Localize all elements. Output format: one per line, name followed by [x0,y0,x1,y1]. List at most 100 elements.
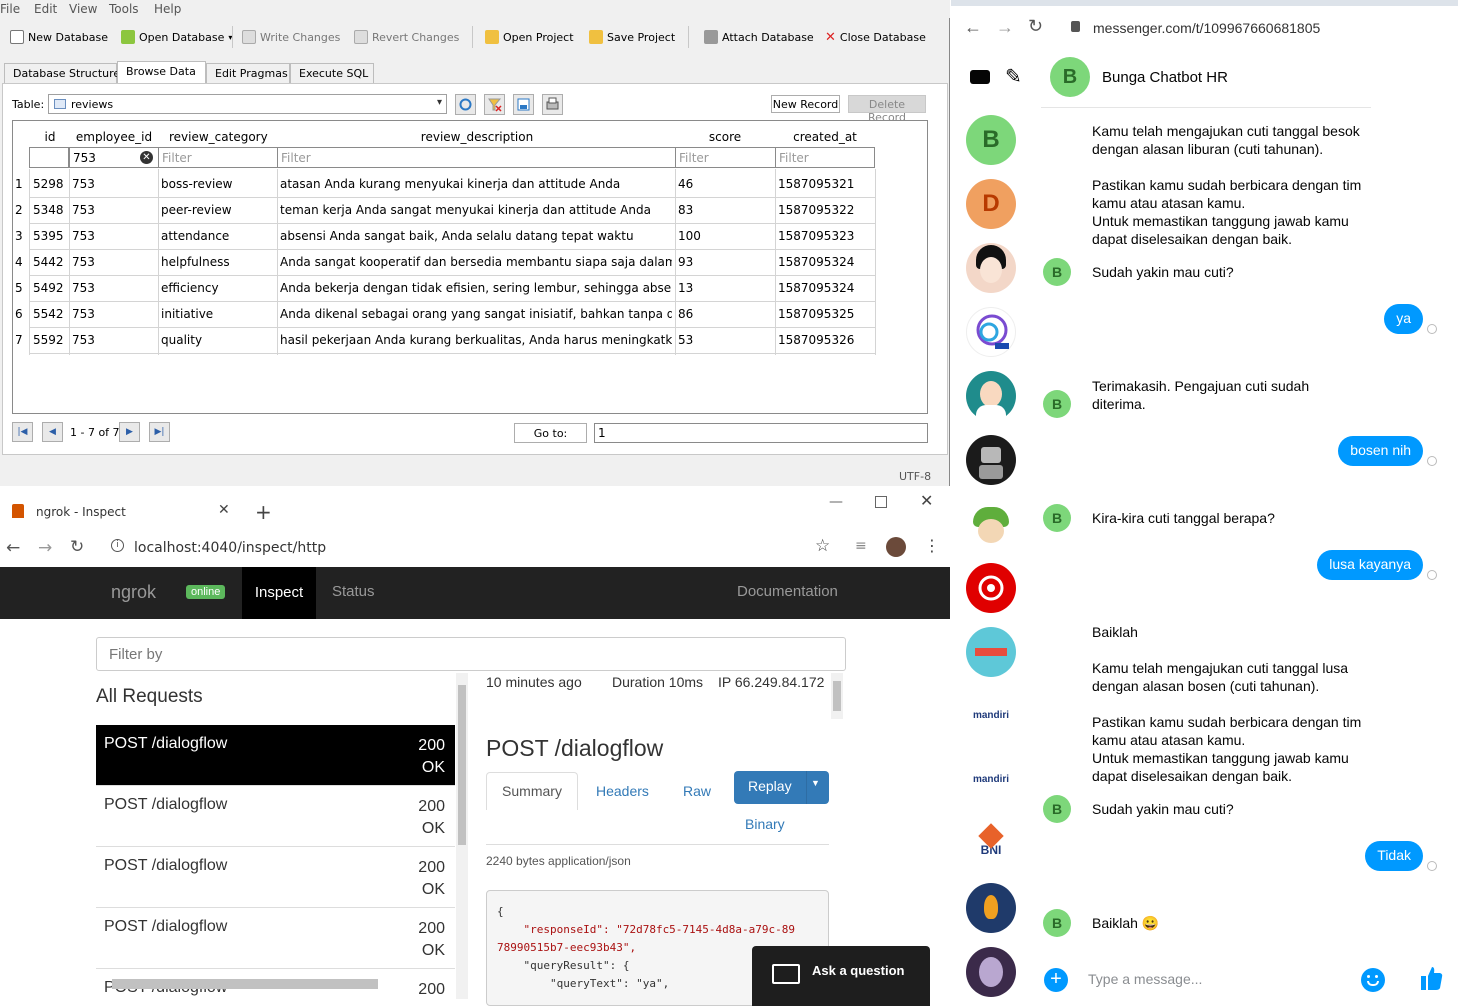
first-record-icon[interactable]: |◀ [12,422,33,442]
employee-id-cell[interactable]: 753 [72,203,156,217]
menu-file[interactable]: File [0,2,20,16]
detail-scrollbar[interactable] [831,673,843,719]
close-window-icon[interactable]: ✕ [920,491,933,510]
close-tab-icon[interactable]: ✕ [218,502,230,518]
score-cell[interactable]: 83 [678,203,774,217]
minimize-icon[interactable]: — [829,494,843,510]
reload-icon[interactable]: ↻ [70,537,84,557]
emoji-icon[interactable] [1361,968,1385,992]
conversation-avatar[interactable]: mandiri [966,755,1016,805]
category-cell[interactable]: helpfulness [161,255,275,269]
filter-input[interactable]: Filter by [96,637,846,671]
description-cell[interactable]: Anda dikenal sebagai orang yang sangat i… [280,307,672,321]
horizontal-scrollbar[interactable] [112,979,378,989]
score-cell[interactable]: 86 [678,307,774,321]
description-cell[interactable]: teman kerja Anda sangat menyukai kinerja… [280,203,672,217]
menu-help[interactable]: Help [154,2,181,16]
table-row[interactable]: 1 5298 753 boss-review atasan Anda kurang me… [13,171,875,197]
write-changes-button[interactable]: Write Changes [242,28,340,46]
chat-avatar[interactable]: B [1050,57,1090,97]
created-at-cell[interactable]: 1587095326 [778,333,874,347]
ngrok-brand[interactable]: ngrok [111,582,156,603]
delete-record-button[interactable]: Delete Record [848,95,926,124]
score-cell[interactable]: 100 [678,229,774,243]
table-row[interactable]: 6 5542 753 initiative Anda dikenal sebagai o… [13,301,875,327]
tab-summary[interactable]: Summary [486,772,578,810]
caret-down-icon[interactable]: ▼ [811,778,820,788]
category-cell[interactable]: initiative [161,307,275,321]
tab-headers[interactable]: Headers [596,783,649,799]
conversation-avatar[interactable] [966,627,1016,677]
column-header-employee-id[interactable]: employee_id [75,130,153,144]
back-arrow-icon[interactable]: ← [964,17,982,38]
last-record-icon[interactable]: ▶| [149,422,170,442]
new-tab-icon[interactable]: + [255,500,272,524]
attach-database-button[interactable]: Attach Database [704,28,814,46]
conversation-avatar[interactable] [966,563,1016,613]
print-icon[interactable] [542,94,563,115]
id-cell[interactable]: 5442 [33,255,67,269]
created-at-cell[interactable]: 1587095322 [778,203,874,217]
row-number[interactable]: 5 [15,281,29,295]
description-cell[interactable]: atasan Anda kurang menyukai kinerja dan … [280,177,672,191]
conversation-avatar[interactable] [966,371,1016,421]
scrollbar-thumb[interactable] [833,681,841,711]
tab-edit-pragmas[interactable]: Edit Pragmas [206,63,290,83]
refresh-icon[interactable] [455,94,476,115]
conversation-avatar[interactable]: mandiri [966,691,1016,741]
row-number[interactable]: 2 [15,203,29,217]
kebab-menu-icon[interactable]: ⋮ [924,536,940,555]
created-at-cell[interactable]: 1587095325 [778,307,874,321]
bookmark-star-icon[interactable]: ☆ [815,536,830,556]
conversation-avatar[interactable] [966,307,1016,357]
table-row[interactable]: 3 5395 753 attendance absensi Anda sangat ba… [13,223,875,249]
tab-execute-sql[interactable]: Execute SQL [290,63,374,83]
score-cell[interactable]: 53 [678,333,774,347]
add-attachment-icon[interactable]: + [1044,968,1068,992]
category-cell[interactable]: quality [161,333,275,347]
table-row[interactable]: 5 5492 753 efficiency Anda bekerja dengan ti… [13,275,875,301]
description-cell[interactable]: Anda sangat kooperatif dan bersedia memb… [280,255,672,269]
score-cell[interactable]: 93 [678,255,774,269]
ask-question-button[interactable]: Ask a question [752,946,930,1006]
column-header-id[interactable]: id [39,130,61,144]
row-number[interactable]: 7 [15,333,29,347]
conversation-avatar[interactable] [966,243,1016,293]
profile-avatar[interactable] [886,537,906,557]
tab-database-structure[interactable]: Database Structure [4,63,120,83]
column-header-review-description[interactable]: review_description [413,130,541,144]
message-input[interactable]: Type a message... [1088,971,1202,987]
row-number[interactable]: 3 [15,229,29,243]
id-cell[interactable]: 5348 [33,203,67,217]
request-item[interactable]: POST /dialogflow 200 OK [96,725,455,786]
request-item[interactable]: POST /dialogflow 200 OK [96,786,455,847]
filter-review-description[interactable]: Filter [277,147,676,168]
forward-arrow-icon[interactable]: → [996,17,1014,38]
next-record-icon[interactable]: ▶ [119,422,140,442]
clear-filters-icon[interactable] [484,94,505,115]
previous-record-icon[interactable]: ◀ [42,422,63,442]
video-call-icon[interactable] [970,70,990,84]
replay-button[interactable]: Replay ▼ [734,771,829,804]
new-record-button[interactable]: New Record [771,95,840,113]
table-row[interactable]: 2 5348 753 peer-review teman kerja Anda sang… [13,197,875,223]
filter-score[interactable]: Filter [675,147,776,168]
id-cell[interactable]: 5395 [33,229,67,243]
info-icon[interactable]: i [111,539,124,552]
menu-tools[interactable]: Tools [109,2,139,16]
maximize-icon[interactable] [875,496,887,508]
url-field[interactable]: messenger.com/t/109967660681805 [1093,20,1320,36]
conversation-avatar[interactable] [966,435,1016,485]
table-row[interactable]: 7 5592 753 quality hasil pekerjaan Anda kura… [13,327,875,353]
conversation-avatar[interactable] [966,947,1016,997]
filter-employee-id[interactable]: 753 ✕ [69,147,159,168]
nav-documentation[interactable]: Documentation [737,583,838,600]
created-at-cell[interactable]: 1587095321 [778,177,874,191]
category-cell[interactable]: peer-review [161,203,275,217]
created-at-cell[interactable]: 1587095323 [778,229,874,243]
menu-edit[interactable]: Edit [34,2,57,16]
open-database-button[interactable]: Open Database ▾ [121,28,232,46]
employee-id-cell[interactable]: 753 [72,333,156,347]
column-header-created-at[interactable]: created_at [789,130,861,144]
requests-scrollbar[interactable] [456,673,468,999]
